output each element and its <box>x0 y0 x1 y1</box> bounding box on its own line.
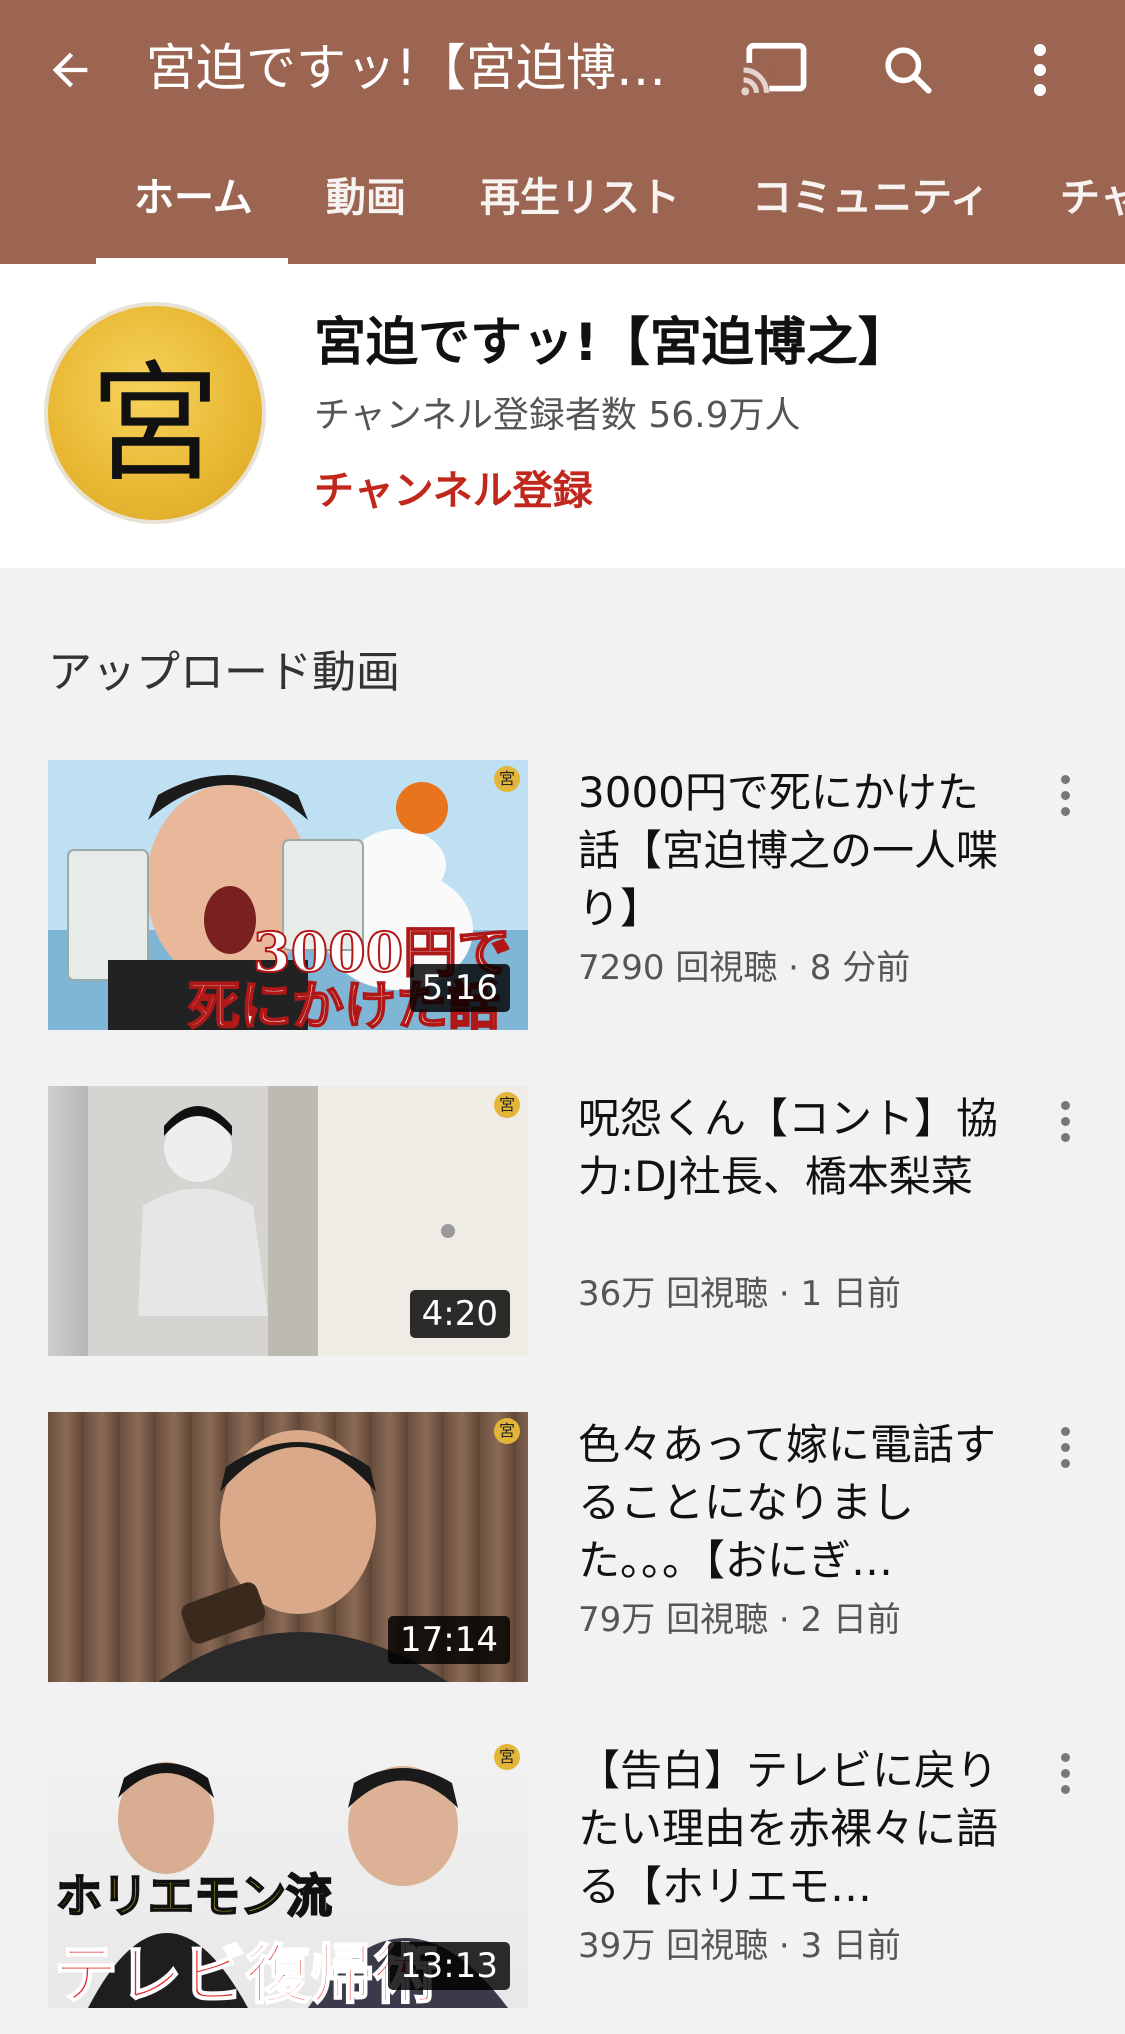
video-item[interactable]: 3000円で 死にかけた話 宮 5:16 3000円で死にかけた話【宮迫博之の一… <box>0 760 1125 1032</box>
video-title[interactable]: 3000円で死にかけた話【宮迫博之の一人喋り】 <box>578 764 1018 938</box>
video-options-button[interactable] <box>1040 1086 1090 1156</box>
dot <box>1060 790 1070 800</box>
avatar[interactable]: 宮 <box>48 306 262 520</box>
cast-button[interactable] <box>735 30 815 110</box>
video-options-button[interactable] <box>1040 1738 1090 1808</box>
channel-header: 宮 宮迫ですッ!【宮迫博之】 チャンネル登録者数 56.9万人 チャンネル登録 <box>0 264 1125 568</box>
video-item[interactable]: ホリエモン流 テレビ復帰術 宮 13:13 【告白】テレビに戻りたい理由を赤裸々… <box>0 1738 1125 2010</box>
tab-channels[interactable]: チャ <box>1060 136 1125 264</box>
dot <box>1060 1442 1070 1452</box>
dot <box>1060 806 1070 816</box>
dot <box>1060 1426 1070 1436</box>
video-options-button[interactable] <box>1040 760 1090 830</box>
video-title[interactable]: 【告白】テレビに戻りたい理由を赤裸々に語る【ホリエモ… <box>578 1742 1018 1916</box>
video-options-button[interactable] <box>1040 1412 1090 1482</box>
video-meta: 7290 回視聴 · 8 分前 <box>578 948 911 988</box>
search-button[interactable] <box>868 30 948 110</box>
more-vert-icon <box>1034 44 1046 96</box>
video-thumbnail[interactable]: 宮 4:20 <box>48 1086 528 1356</box>
page-title: 宮迫ですッ!【宮迫博… <box>146 39 667 97</box>
video-duration: 17:14 <box>388 1616 510 1664</box>
channel-badge: 宮 <box>494 1744 520 1770</box>
video-thumbnail[interactable]: 宮 17:14 <box>48 1412 528 1682</box>
subscriber-count: チャンネル登録者数 56.9万人 <box>314 395 801 436</box>
tab-playlists[interactable]: 再生リスト <box>480 136 680 264</box>
dot <box>1060 1100 1070 1110</box>
more-options-button[interactable] <box>1000 30 1080 110</box>
channel-badge: 宮 <box>494 766 520 792</box>
tab-videos[interactable]: 動画 <box>326 136 406 264</box>
channel-badge: 宮 <box>494 1418 520 1444</box>
video-item[interactable]: 宮 4:20 呪怨くん【コント】協力:DJ社長、橋本梨菜 36万 回視聴 · 1… <box>0 1086 1125 1358</box>
video-meta: 79万 回視聴 · 2 日前 <box>578 1600 901 1640</box>
app-bar: 宮迫ですッ!【宮迫博… ホーム 動画 再生リスト コミュニティ チャ <box>0 0 1125 264</box>
video-thumbnail[interactable]: ホリエモン流 テレビ復帰術 宮 13:13 <box>48 1738 528 2008</box>
dot <box>1060 1768 1070 1778</box>
subscribe-button[interactable]: チャンネル登録 <box>314 458 593 516</box>
arrow-back-icon <box>52 52 88 88</box>
video-duration: 13:13 <box>388 1942 510 1990</box>
video-thumbnail[interactable]: 3000円で 死にかけた話 宮 5:16 <box>48 760 528 1030</box>
channel-name: 宮迫ですッ!【宮迫博之】 <box>314 313 910 373</box>
thumbnail-caption: ホリエモン流 <box>55 1868 333 1924</box>
video-title[interactable]: 呪怨くん【コント】協力:DJ社長、橋本梨菜 <box>578 1090 1018 1206</box>
search-icon <box>885 47 932 94</box>
thumbnail-caption: テレビ復帰術 <box>53 1937 439 2008</box>
video-item[interactable]: 宮 17:14 色々あって嫁に電話することになりました。。。【おにぎ… 79万 … <box>0 1412 1125 1684</box>
video-duration: 4:20 <box>409 1290 510 1338</box>
back-button[interactable] <box>30 30 110 110</box>
app-bar-row: 宮迫ですッ!【宮迫博… <box>0 0 1125 136</box>
section-title: アップロード動画 <box>48 647 400 698</box>
dot <box>1060 774 1070 784</box>
cast-icon <box>740 42 807 98</box>
dot <box>1060 1458 1070 1468</box>
video-title[interactable]: 色々あって嫁に電話することになりました。。。【おにぎ… <box>578 1416 1018 1590</box>
channel-tabs: ホーム 動画 再生リスト コミュニティ チャ <box>0 136 1125 264</box>
tab-home[interactable]: ホーム <box>134 136 253 264</box>
tab-community[interactable]: コミュニティ <box>752 136 990 264</box>
video-meta: 36万 回視聴 · 1 日前 <box>578 1274 901 1314</box>
dot <box>1060 1116 1070 1126</box>
dot <box>1060 1132 1070 1142</box>
video-duration: 5:16 <box>409 964 510 1012</box>
dot <box>1060 1784 1070 1794</box>
dot <box>1060 1752 1070 1762</box>
channel-badge: 宮 <box>494 1092 520 1118</box>
video-meta: 39万 回視聴 · 3 日前 <box>578 1926 901 1966</box>
